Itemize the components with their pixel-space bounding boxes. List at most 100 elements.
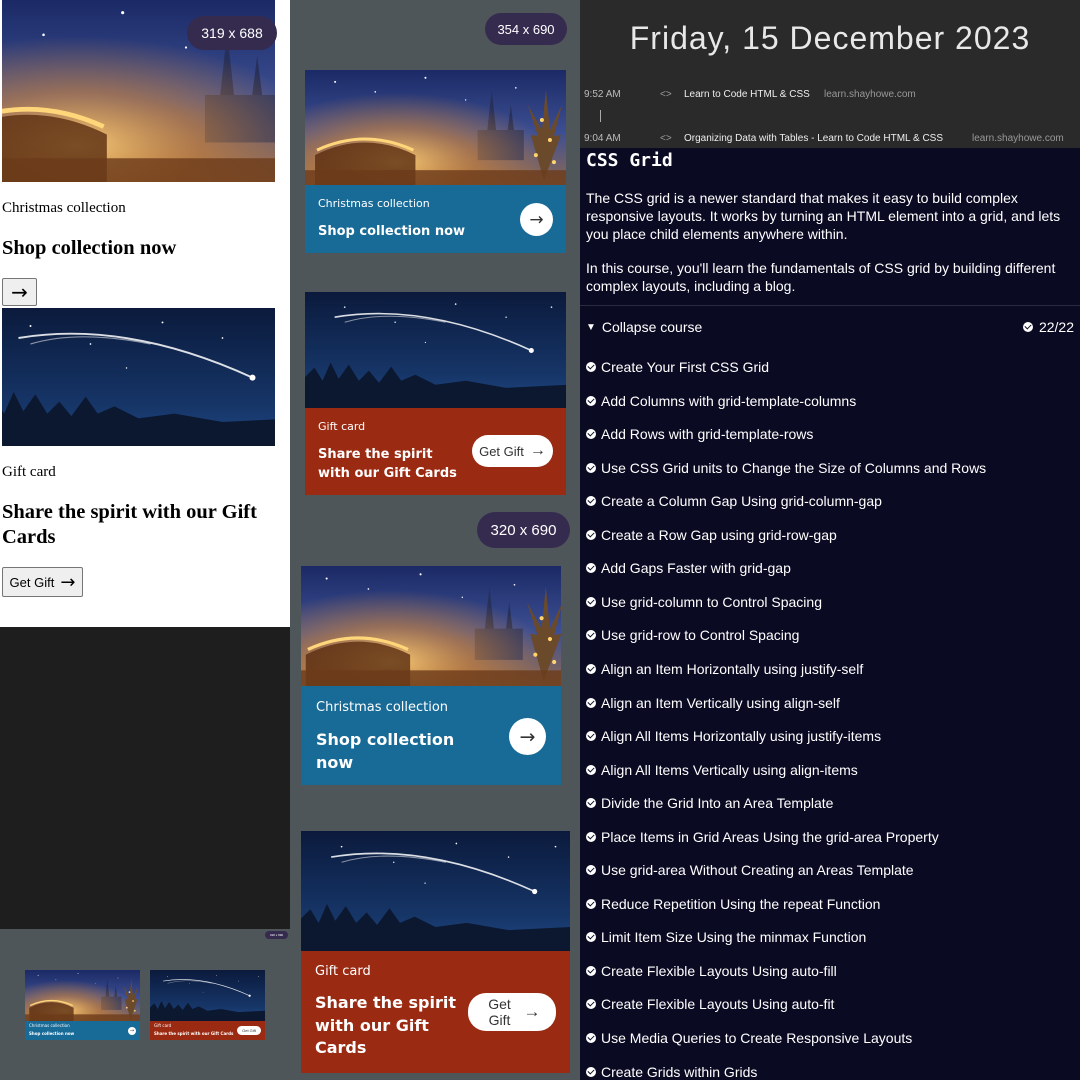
lesson-item[interactable]: Limit Item Size Using the minmax Functio…: [586, 927, 866, 947]
lesson-item[interactable]: Add Rows with grid-template-rows: [586, 424, 813, 444]
lesson-item[interactable]: Use grid-area Without Creating an Areas …: [586, 860, 914, 880]
lesson-title: Limit Item Size Using the minmax Functio…: [601, 929, 867, 946]
history-title: Learn to Code HTML & CSS: [684, 89, 810, 100]
text-cursor: [600, 110, 601, 122]
check-circle-icon: [586, 1033, 596, 1043]
history-host: learn.shayhowe.com: [972, 133, 1064, 144]
mini-gift-footer: Gift card Share the spirit with our Gift…: [150, 1021, 265, 1040]
shooting-star-image: [2, 308, 275, 446]
christmas-card: Christmas collection Shop collection now…: [305, 70, 566, 253]
lesson-item[interactable]: Add Columns with grid-template-columns: [586, 391, 856, 411]
lesson-item[interactable]: Use grid-column to Control Spacing: [586, 592, 822, 612]
course-description: The CSS grid is a newer standard that ma…: [586, 190, 1061, 242]
mini-christmas-card: Christmas collection Shop collection now…: [25, 970, 140, 1040]
check-circle-icon: [586, 831, 596, 842]
size-badge: 354 x 690: [485, 13, 567, 45]
gift-label: Gift card: [318, 420, 366, 433]
shooting-star-image: [305, 292, 566, 408]
mini-preview: 320 x 690 Christmas collection Shop coll…: [0, 929, 290, 1080]
mini-christmas-label: Christmas collection: [29, 1023, 70, 1028]
lesson-title: Place Items in Grid Areas Using the grid…: [601, 828, 939, 845]
shop-arrow-button[interactable]: →: [2, 278, 37, 306]
mini-gift-image: [150, 970, 265, 1021]
lesson-item[interactable]: Divide the Grid Into an Area Template: [586, 793, 833, 813]
lesson-item[interactable]: Add Gaps Faster with grid-gap: [586, 558, 791, 578]
gift-card: Gift card Share the spirit with our Gift…: [305, 292, 566, 495]
mini-get-gift-label: Get Gift: [242, 1028, 256, 1033]
christmas-label: Christmas collection: [318, 197, 430, 210]
lesson-title: Reduce Repetition Using the repeat Funct…: [601, 895, 881, 912]
check-circle-icon: [586, 630, 596, 641]
screenshot-root: 319 x 688 Christmas collection Shop coll…: [0, 0, 1080, 1080]
lesson-item[interactable]: Place Items in Grid Areas Using the grid…: [586, 827, 939, 847]
shop-arrow-button[interactable]: →: [509, 718, 546, 755]
check-circle-icon: [586, 697, 596, 708]
get-gift-button[interactable]: Get Gift →: [468, 993, 556, 1031]
lesson-item[interactable]: Align an Item Vertically using align-sel…: [586, 693, 840, 713]
check-circle-icon: [586, 529, 596, 540]
lesson-item[interactable]: Use CSS Grid units to Change the Size of…: [586, 458, 986, 478]
check-circle-icon: [586, 395, 596, 406]
lesson-title: Add Columns with grid-template-columns: [601, 392, 857, 409]
shooting-star-image: [301, 831, 570, 951]
lesson-item[interactable]: Use Media Queries to Create Responsive L…: [586, 1028, 912, 1048]
shop-arrow-button[interactable]: →: [520, 203, 553, 236]
get-gift-label: Get Gift: [488, 996, 511, 1028]
gift-card-large: Gift card Share the spirit with our Gift…: [301, 831, 570, 1073]
lesson-item[interactable]: Create Your First CSS Grid: [586, 357, 769, 377]
empty-area: [0, 627, 290, 929]
get-gift-button[interactable]: Get Gift →: [472, 435, 553, 467]
christmas-title: Shop collection now: [318, 224, 466, 239]
check-circle-icon: [586, 898, 596, 909]
course-progress: 22/22: [1022, 319, 1074, 335]
check-circle-icon: [586, 496, 596, 507]
arrow-right-icon: →: [60, 571, 76, 593]
history-title: Organizing Data with Tables - Learn to C…: [684, 133, 944, 144]
mini-christmas-footer: Christmas collection Shop collection now…: [25, 1021, 140, 1040]
lesson-title: Create Flexible Layouts Using auto-fit: [601, 996, 835, 1013]
lesson-title: Use grid-column to Control Spacing: [601, 593, 822, 610]
gift-label: Gift card: [2, 464, 56, 480]
unstyled-preview: 319 x 688 Christmas collection Shop coll…: [0, 0, 290, 627]
get-gift-button[interactable]: Get Gift →: [2, 567, 83, 597]
mini-arrow-button[interactable]: →: [128, 1027, 136, 1035]
christmas-market-image: [301, 566, 561, 686]
mini-get-gift-button[interactable]: Get Gift: [237, 1026, 261, 1035]
history-entry[interactable]: 9:52 AM <> Learn to Code HTML & CSS lear…: [584, 89, 1080, 107]
history-entry[interactable]: 9:04 AM <> Organizing Data with Tables -…: [584, 133, 1080, 151]
lesson-item[interactable]: Align All Items Vertically using align-i…: [586, 760, 858, 780]
collapse-course-button[interactable]: ▼ Collapse course: [586, 319, 702, 335]
lesson-item[interactable]: Use grid-row to Control Spacing: [586, 625, 799, 645]
check-circle-icon: [586, 731, 596, 741]
lesson-item[interactable]: Create Grids within Grids: [586, 1062, 757, 1080]
christmas-card-footer: Christmas collection Shop collection now…: [305, 185, 566, 253]
lesson-title: Align All Items Horizontally using justi…: [601, 728, 882, 744]
lesson-title: Add Rows with grid-template-rows: [601, 426, 814, 443]
lesson-item[interactable]: Create a Column Gap Using grid-column-ga…: [586, 491, 882, 511]
christmas-title: Shop collection now: [2, 237, 177, 259]
lesson-item[interactable]: Create Flexible Layouts Using auto-fit: [586, 994, 834, 1014]
lesson-item[interactable]: Create a Row Gap using grid-row-gap: [586, 525, 837, 545]
check-circle-icon: [1022, 322, 1033, 332]
lesson-title: Create Flexible Layouts Using auto-fill: [601, 962, 837, 979]
check-circle-icon: [586, 999, 596, 1010]
gift-title: Share the spirit with our Gift Cards: [318, 447, 457, 481]
lesson-title: Create a Column Gap Using grid-column-ga…: [601, 493, 882, 510]
christmas-label: Christmas collection: [2, 200, 126, 216]
divider: [580, 305, 1080, 306]
course-title: CSS Grid: [586, 150, 673, 171]
code-icon: <>: [660, 133, 672, 144]
course-panel: Friday, 15 December 2023 9:52 AM <> Lear…: [580, 0, 1080, 1080]
lesson-item[interactable]: Reduce Repetition Using the repeat Funct…: [586, 894, 880, 914]
arrow-right-icon: →: [129, 1028, 135, 1034]
lesson-item[interactable]: Align an Item Horizontally using justify…: [586, 659, 863, 679]
check-circle-icon: [586, 462, 596, 473]
lesson-title: Use grid-row to Control Spacing: [601, 627, 800, 644]
triangle-down-icon: ▼: [586, 321, 596, 333]
lesson-item[interactable]: Align All Items Horizontally using justi…: [586, 726, 881, 746]
check-circle-icon: [586, 362, 596, 372]
get-gift-label: Get Gift: [479, 443, 524, 459]
christmas-label: Christmas collection: [316, 700, 449, 715]
size-badge: 319 x 688: [187, 16, 277, 50]
lesson-item[interactable]: Create Flexible Layouts Using auto-fill: [586, 961, 837, 981]
